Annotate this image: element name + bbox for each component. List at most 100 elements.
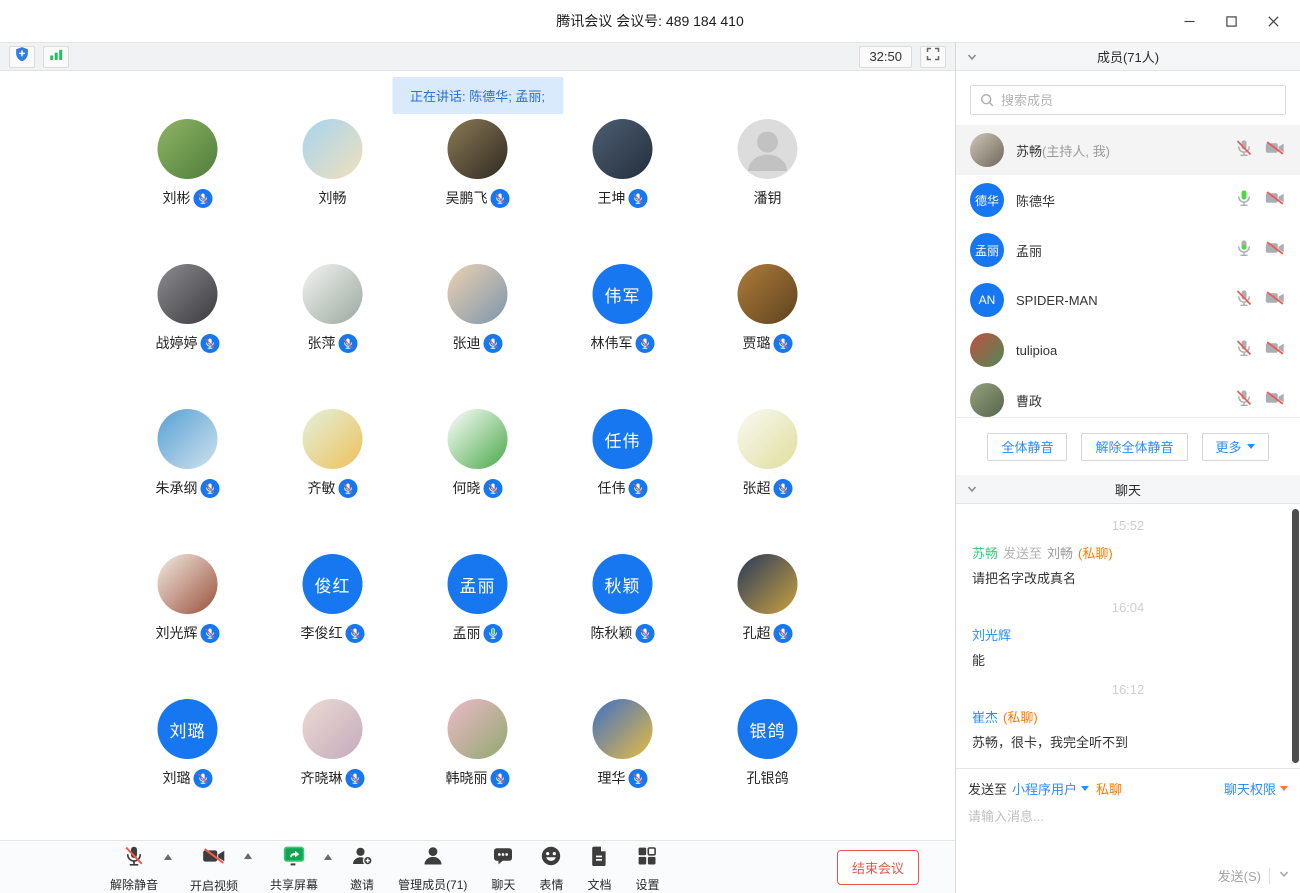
toolbar-group-unmute: 解除静音 xyxy=(100,838,176,893)
member-name: 曹政 xyxy=(1016,391,1042,410)
end-meeting-button[interactable]: 结束会议 xyxy=(837,850,919,885)
member-row[interactable]: ANSPIDER-MAN xyxy=(956,275,1300,325)
participant-label: 吴鹏飞 xyxy=(446,188,510,208)
toolbar-label: 表情 xyxy=(539,876,563,893)
chat-message-input[interactable] xyxy=(956,802,1300,848)
member-row[interactable]: 孟丽孟丽 xyxy=(956,225,1300,275)
maximize-button[interactable] xyxy=(1210,0,1252,42)
participant-label: 战婷婷 xyxy=(156,333,220,353)
avatar xyxy=(303,409,363,469)
emoji-button[interactable]: 表情 xyxy=(529,838,573,893)
participant-tile[interactable]: 俊红李俊红 xyxy=(260,544,405,689)
participant-tile[interactable]: 孔超 xyxy=(695,544,840,689)
collapse-members-icon[interactable] xyxy=(966,51,978,66)
shield-icon xyxy=(14,46,30,67)
participant-name: 张迪 xyxy=(453,333,481,353)
member-camera-off-icon xyxy=(1264,137,1286,164)
network-signal-button[interactable] xyxy=(43,46,69,68)
participant-tile[interactable]: 战婷婷 xyxy=(115,254,260,399)
participant-tile[interactable]: 齐敏 xyxy=(260,399,405,544)
mic-muted-icon xyxy=(201,624,220,643)
search-icon xyxy=(980,93,994,112)
send-to-dropdown[interactable]: 小程序用户 xyxy=(1012,779,1089,798)
member-row[interactable]: 德华陈德华 xyxy=(956,175,1300,225)
participant-tile[interactable]: 吴鹏飞 xyxy=(405,109,550,254)
member-camera-off-icon xyxy=(1264,187,1286,214)
private-chat-label[interactable]: 私聊 xyxy=(1096,779,1122,798)
chat-body: 请把名字改成真名 xyxy=(972,570,1284,588)
participant-tile[interactable]: 贾璐 xyxy=(695,254,840,399)
chat-meta: 发送至 xyxy=(1003,543,1042,562)
invite-button[interactable]: 邀请 xyxy=(340,838,384,893)
mic-muted-icon xyxy=(201,334,220,353)
collapse-chat-icon[interactable] xyxy=(966,483,978,498)
participant-tile[interactable]: 潘钥 xyxy=(695,109,840,254)
participant-tile[interactable]: 齐晓琳 xyxy=(260,689,405,834)
unmute-all-button[interactable]: 解除全体静音 xyxy=(1081,433,1187,461)
participant-tile[interactable]: 任伟任伟 xyxy=(550,399,695,544)
toolbar-label: 共享屏幕 xyxy=(270,876,318,893)
member-row[interactable]: 苏畅(主持人, 我) xyxy=(956,125,1300,175)
mic-muted-icon xyxy=(636,624,655,643)
send-button[interactable]: 发送(S) xyxy=(1218,866,1261,885)
close-button[interactable] xyxy=(1252,0,1294,42)
member-search-input[interactable] xyxy=(970,85,1286,115)
caret-down-icon xyxy=(1081,786,1089,791)
participant-tile[interactable]: 秋颖陈秋颖 xyxy=(550,544,695,689)
participant-tile[interactable]: 韩晓丽 xyxy=(405,689,550,834)
video-options-caret-icon[interactable] xyxy=(244,853,252,859)
more-actions-button[interactable]: 更多 xyxy=(1202,433,1269,461)
unmute-button[interactable]: 解除静音 xyxy=(100,838,168,893)
chat-button[interactable]: 聊天 xyxy=(481,838,525,893)
mute-all-button[interactable]: 全体静音 xyxy=(987,433,1067,461)
participant-tile[interactable]: 何晓 xyxy=(405,399,550,544)
security-shield-button[interactable] xyxy=(9,46,35,68)
toolbar-label: 开启视频 xyxy=(190,877,238,893)
unmute-options-caret-icon[interactable] xyxy=(164,854,172,860)
participant-tile[interactable]: 张萍 xyxy=(260,254,405,399)
participant-tile[interactable]: 王坤 xyxy=(550,109,695,254)
members-button[interactable]: 管理成员(71) xyxy=(388,838,477,893)
main-area: 32:50 正在讲话: 陈德华; 孟丽; 刘彬刘畅吴鹏飞王坤潘钥战婷婷张萍张迪伟… xyxy=(0,42,956,893)
participant-tile[interactable]: 理华 xyxy=(550,689,695,834)
participant-tile[interactable]: 刘彬 xyxy=(115,109,260,254)
settings-button[interactable]: 设置 xyxy=(625,838,669,893)
member-row[interactable]: tulipioa xyxy=(956,325,1300,375)
toolbar-group-docs: 文档 xyxy=(577,838,621,893)
participant-tile[interactable]: 朱承纲 xyxy=(115,399,260,544)
participant-tile[interactable]: 张超 xyxy=(695,399,840,544)
participant-label: 朱承纲 xyxy=(156,478,220,498)
chat-scrollbar[interactable] xyxy=(1292,509,1299,763)
avatar: 任伟 xyxy=(593,409,653,469)
docs-button[interactable]: 文档 xyxy=(577,838,621,893)
participant-label: 刘璐 xyxy=(163,768,213,788)
send-options-chevron-icon[interactable] xyxy=(1278,868,1290,883)
participant-name: 刘光辉 xyxy=(156,623,198,643)
meeting-window: 腾讯会议 会议号: 489 184 410 32:50 正在讲话: 陈德华; 孟… xyxy=(0,0,1300,893)
participant-tile[interactable]: 伟军林伟军 xyxy=(550,254,695,399)
mic-muted-icon xyxy=(774,624,793,643)
participant-name: 孔超 xyxy=(743,623,771,643)
share-options-caret-icon[interactable] xyxy=(324,854,332,860)
mic-muted-icon xyxy=(636,334,655,353)
mic-muted-icon xyxy=(491,189,510,208)
participant-name: 吴鹏飞 xyxy=(446,188,488,208)
signal-bars-icon xyxy=(48,46,64,67)
member-row[interactable]: 曹政 xyxy=(956,375,1300,417)
minimize-button[interactable] xyxy=(1168,0,1210,42)
avatar xyxy=(593,119,653,179)
participant-name: 王坤 xyxy=(598,188,626,208)
participant-tile[interactable]: 刘畅 xyxy=(260,109,405,254)
share-button[interactable]: 共享屏幕 xyxy=(260,838,328,893)
participant-tile[interactable]: 孟丽孟丽 xyxy=(405,544,550,689)
chat-permission-dropdown[interactable]: 聊天权限 xyxy=(1224,779,1288,798)
participant-tile[interactable]: 刘光辉 xyxy=(115,544,260,689)
fullscreen-button[interactable] xyxy=(920,46,946,68)
member-camera-off-icon xyxy=(1264,287,1286,314)
mic-muted-icon xyxy=(194,769,213,788)
participant-tile[interactable]: 银鸽孔银鸽 xyxy=(695,689,840,834)
participant-tile[interactable]: 刘璐刘璐 xyxy=(115,689,260,834)
participant-tile[interactable]: 张迪 xyxy=(405,254,550,399)
video-button[interactable]: 开启视频 xyxy=(180,837,248,893)
toolbar-label: 管理成员(71) xyxy=(398,876,467,893)
